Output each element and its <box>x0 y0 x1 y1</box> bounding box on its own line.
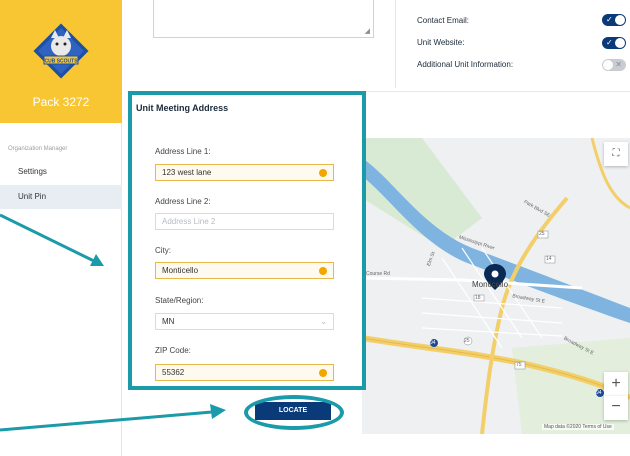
contact-email-label: Contact Email: <box>417 16 470 25</box>
zip-label: ZIP Code: <box>155 346 191 355</box>
toggle-knob <box>603 60 613 70</box>
map-town-label: Monticello <box>472 280 509 289</box>
fullscreen-icon[interactable]: ⛶ <box>604 142 628 166</box>
address2-input[interactable]: Address Line 2 <box>155 213 334 230</box>
description-textarea[interactable]: ◢ <box>153 0 374 38</box>
state-select[interactable]: MN ⌄ <box>155 313 334 330</box>
city-value: Monticello <box>162 266 199 275</box>
unit-logo-block: CUB SCOUTS Pack 3272 <box>0 0 122 123</box>
additional-info-toggle[interactable]: ✕ <box>602 59 626 71</box>
map-shield-label: 14 <box>546 256 552 262</box>
map-shield-label: 75 <box>516 362 522 368</box>
map-shield-label: 94 <box>430 340 436 346</box>
zip-input[interactable]: 55362 <box>155 364 334 381</box>
map-attribution[interactable]: Map data ©2020 Terms of Use <box>542 424 614 430</box>
contact-email-toggle[interactable]: ✓ <box>602 14 626 26</box>
pack-name: Pack 3272 <box>32 95 90 109</box>
unit-website-label: Unit Website: <box>417 38 465 47</box>
city-input[interactable]: Monticello <box>155 262 334 279</box>
zip-value: 55362 <box>162 368 185 377</box>
app-root: CUB SCOUTS Pack 3272 Organization Manage… <box>0 0 630 456</box>
warning-icon <box>319 267 327 275</box>
check-icon: ✓ <box>606 15 613 24</box>
address2-placeholder: Address Line 2 <box>162 217 216 226</box>
address1-label: Address Line 1: <box>155 147 211 156</box>
unit-meeting-address-panel: Unit Meeting Address Address Line 1: 123… <box>128 91 366 390</box>
cub-scout-logo: CUB SCOUTS <box>30 20 92 82</box>
warning-icon <box>319 369 327 377</box>
unit-website-toggle[interactable]: ✓ <box>602 37 626 49</box>
zoom-in-button[interactable]: + <box>604 372 628 396</box>
map-shield-label: 18 <box>475 295 481 301</box>
chevron-down-icon: ⌄ <box>320 317 327 326</box>
sidebar: CUB SCOUTS Pack 3272 Organization Manage… <box>0 0 122 456</box>
card-divider <box>395 0 396 88</box>
toggle-knob <box>615 15 625 25</box>
resize-grip-icon[interactable]: ◢ <box>365 27 370 35</box>
warning-icon <box>319 169 327 177</box>
city-label: City: <box>155 246 171 255</box>
map-shield-label: 25 <box>464 338 470 344</box>
svg-text:CUB SCOUTS: CUB SCOUTS <box>44 59 78 65</box>
locate-highlight-ring <box>244 395 344 430</box>
sidebar-item-settings[interactable]: Settings <box>0 160 122 184</box>
check-icon: ✓ <box>606 38 613 47</box>
map-road-label: Course Rd <box>366 271 390 277</box>
zoom-out-button[interactable]: − <box>604 396 628 420</box>
map-shield-label: 94 <box>596 390 602 396</box>
address1-input[interactable]: 123 west lane <box>155 164 334 181</box>
address2-label: Address Line 2: <box>155 197 211 206</box>
state-label: State/Region: <box>155 296 204 305</box>
state-value: MN <box>162 317 175 326</box>
map-view[interactable]: Course Rd Mississippi River Broadway St … <box>362 138 630 434</box>
additional-info-label: Additional Unit Information: <box>417 60 514 69</box>
map-shield-label: 25 <box>539 231 545 237</box>
x-icon: ✕ <box>615 60 622 69</box>
panel-title: Unit Meeting Address <box>136 103 229 113</box>
address1-value: 123 west lane <box>162 168 212 177</box>
org-manager-label: Organization Manager <box>8 146 68 152</box>
unit-info-card: ◢ Contact Email: ✓ Unit Website: ✓ Addit… <box>127 0 630 92</box>
sidebar-item-unit-pin[interactable]: Unit Pin <box>0 185 122 209</box>
toggle-knob <box>615 38 625 48</box>
